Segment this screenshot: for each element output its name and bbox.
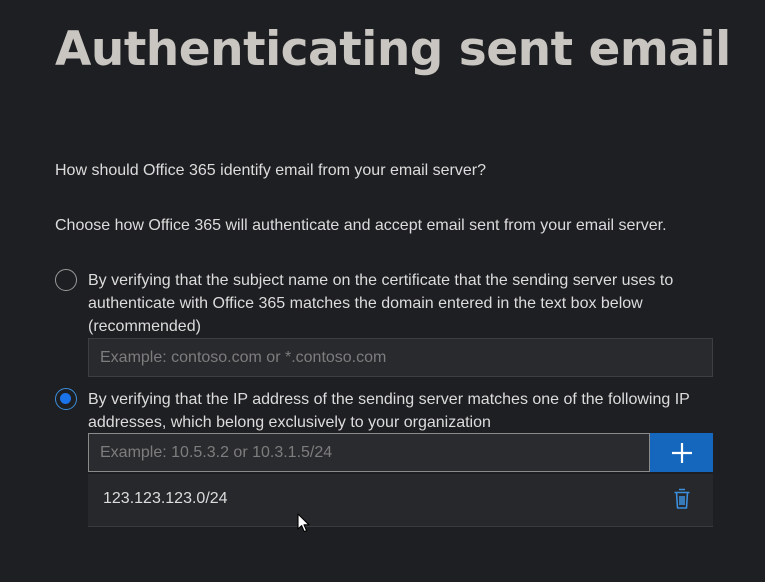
certificate-option-label[interactable]: By verifying that the subject name on th… xyxy=(88,269,753,338)
authenticating-sent-email-page: Authenticating sent email How should Off… xyxy=(0,0,765,582)
question-text: How should Office 365 identify email fro… xyxy=(55,162,486,179)
ip-address-input[interactable] xyxy=(88,433,650,472)
mouse-pointer-icon xyxy=(297,513,310,533)
trash-icon[interactable] xyxy=(672,488,692,510)
ip-address-value: 123.123.123.0/24 xyxy=(103,490,228,507)
ip-list-row: 123.123.123.0/24 xyxy=(88,474,713,527)
plus-icon xyxy=(671,442,692,463)
instruction-text: Choose how Office 365 will authenticate … xyxy=(55,217,667,234)
certificate-option-radio[interactable] xyxy=(55,269,77,291)
domain-input[interactable] xyxy=(88,338,713,377)
ip-address-option-label[interactable]: By verifying that the IP address of the … xyxy=(88,388,753,434)
add-ip-button[interactable] xyxy=(650,433,713,472)
ip-address-option-radio[interactable] xyxy=(55,388,77,410)
page-title: Authenticating sent email xyxy=(55,22,731,77)
